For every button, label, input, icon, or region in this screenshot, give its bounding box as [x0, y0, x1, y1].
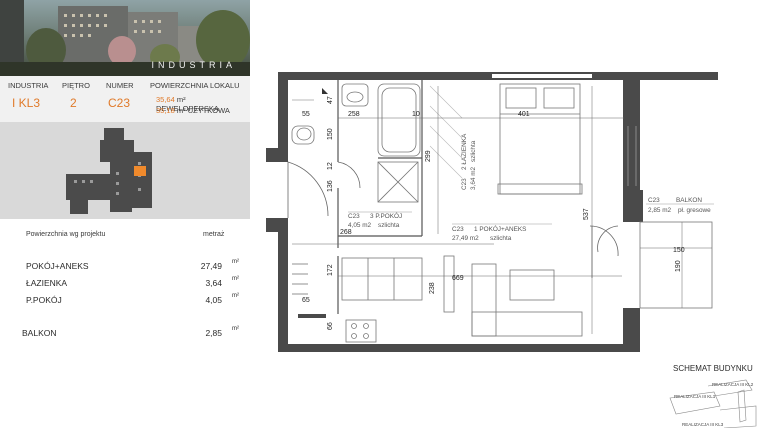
room-area: 4,05 [205, 295, 222, 305]
floor-plan: 55 258 10 401 268 669 65 150 150 12 136 … [262, 66, 722, 362]
room-labels: C23 1 POKÓJ+ANEKS 27,49 m2 szlichta C23 … [348, 133, 714, 242]
building-schematic-drawing: REALIZACJA III KL2 REALIZACJA III KL1 RE… [669, 379, 757, 429]
dim-150a: 150 [327, 128, 334, 140]
kitchen-counter [292, 257, 423, 343]
header-numer: NUMER [106, 81, 134, 90]
dim-669: 669 [452, 275, 464, 282]
bed [497, 83, 583, 195]
dim-190: 190 [675, 260, 682, 272]
floor-key-plan [0, 122, 250, 219]
room-name: BALKON [22, 328, 57, 338]
header-powierzchnia: POWIERZCHNIA LOKALU [150, 81, 240, 90]
dim-55: 55 [302, 111, 310, 118]
schema-label-kl1: REALIZACJA III KL1 [674, 394, 716, 399]
svg-text:2 ŁAZIENKA: 2 ŁAZIENKA [461, 133, 468, 170]
svg-text:szlichta: szlichta [378, 222, 400, 229]
room-label-balkon: C23 BALKON 2,85 m2 pł. gresowe [646, 197, 714, 214]
dim-136: 136 [327, 180, 334, 192]
room-label-lazienka: C23 2 ŁAZIENKA 3,64 m2 szlichta [461, 133, 477, 190]
sofa [443, 255, 583, 337]
floor-plan-drawing: 55 258 10 401 268 669 65 150 150 12 136 … [266, 72, 718, 352]
value-numer: C23 [108, 96, 131, 110]
value-pietro: 2 [70, 96, 77, 110]
room-area: 2,85 [205, 328, 222, 338]
dim-268: 268 [340, 229, 352, 236]
arrow-marker-icon [322, 88, 328, 94]
area-uzytkowa: 35,18 m² UŻYTKOWA [156, 106, 230, 115]
unit-label: m² [232, 276, 239, 282]
svg-text:27,49 m2: 27,49 m2 [452, 235, 479, 242]
table-row: ŁAZIENKA 3,64 m² [0, 276, 250, 290]
info-panel: INDUSTRIA INDUSTRIA PIĘTRO NUMER POWIERZ… [0, 0, 250, 428]
svg-text:szlichta: szlichta [490, 235, 512, 242]
svg-text:3,64 m2: 3,64 m2 [470, 166, 477, 190]
svg-text:2,85 m2: 2,85 m2 [648, 207, 672, 214]
svg-text:3 P.POKÓJ: 3 P.POKÓJ [370, 211, 402, 220]
svg-text:C23: C23 [348, 213, 360, 220]
unit-label: m² [232, 293, 239, 299]
building-schematic: REALIZACJA III KL2 REALIZACJA III KL1 RE… [668, 376, 758, 429]
dim-258: 258 [348, 111, 360, 118]
table-header-right: metraż [203, 231, 225, 238]
room-name: P.POKÓJ [26, 295, 62, 305]
room-area: 3,64 [205, 278, 222, 288]
svg-text:pł. gresowe: pł. gresowe [678, 207, 711, 214]
unit-label: m² [232, 259, 239, 265]
svg-text:szlichta: szlichta [470, 140, 477, 162]
svg-text:4,05 m2: 4,05 m2 [348, 222, 372, 229]
schema-label-kl3: REALIZACJA III KL3 [682, 422, 724, 427]
key-plan-drawing [66, 128, 152, 214]
dim-172: 172 [327, 264, 334, 276]
table-row: BALKON 2,85 m² [0, 326, 250, 340]
room-area: 27,49 [200, 261, 222, 271]
dim-150b: 150 [673, 247, 685, 254]
dim-47: 47 [327, 96, 334, 104]
dim-238: 238 [429, 282, 436, 294]
svg-text:1 POKÓJ+ANEKS: 1 POKÓJ+ANEKS [474, 224, 526, 233]
building-photo: INDUSTRIA [0, 0, 250, 76]
table-row: POKÓJ+ANEKS 27,49 m² [0, 259, 250, 273]
header-pietro: PIĘTRO [62, 81, 90, 90]
table-header-left: Powierzchnia wg projektu [26, 231, 106, 238]
brand-wordmark: INDUSTRIA [151, 60, 236, 70]
schema-title: SCHEMAT BUDYNKU [673, 364, 753, 373]
unit-info-header: INDUSTRIA PIĘTRO NUMER POWIERZCHNIA LOKA… [0, 76, 250, 122]
dim-12: 12 [327, 162, 334, 170]
svg-text:BALKON: BALKON [676, 197, 702, 204]
unit-label: m² [232, 326, 239, 332]
dim-10: 10 [412, 111, 420, 118]
room-name: POKÓJ+ANEKS [26, 261, 89, 271]
hatch [429, 85, 463, 179]
dim-401: 401 [518, 111, 530, 118]
dim-66: 66 [327, 322, 334, 330]
unit-highlight [134, 166, 146, 176]
room-label-p-pokoj: C23 3 P.POKÓJ 4,05 m2 szlichta [348, 211, 412, 229]
dim-299: 299 [425, 150, 432, 162]
dim-65: 65 [302, 297, 310, 304]
svg-text:C23: C23 [461, 178, 468, 190]
room-label-pokoj-aneks: C23 1 POKÓJ+ANEKS 27,49 m2 szlichta [452, 223, 552, 242]
room-name: ŁAZIENKA [26, 278, 68, 288]
header-industria: INDUSTRIA [8, 81, 49, 90]
svg-text:C23: C23 [648, 197, 660, 204]
schema-label-kl2: REALIZACJA III KL2 [712, 382, 754, 387]
bathroom-fixtures [291, 83, 421, 203]
svg-text:C23: C23 [452, 226, 464, 233]
value-industria: I KL3 [12, 96, 41, 110]
table-row: P.POKÓJ 4,05 m² [0, 293, 250, 307]
dim-537: 537 [583, 208, 590, 220]
